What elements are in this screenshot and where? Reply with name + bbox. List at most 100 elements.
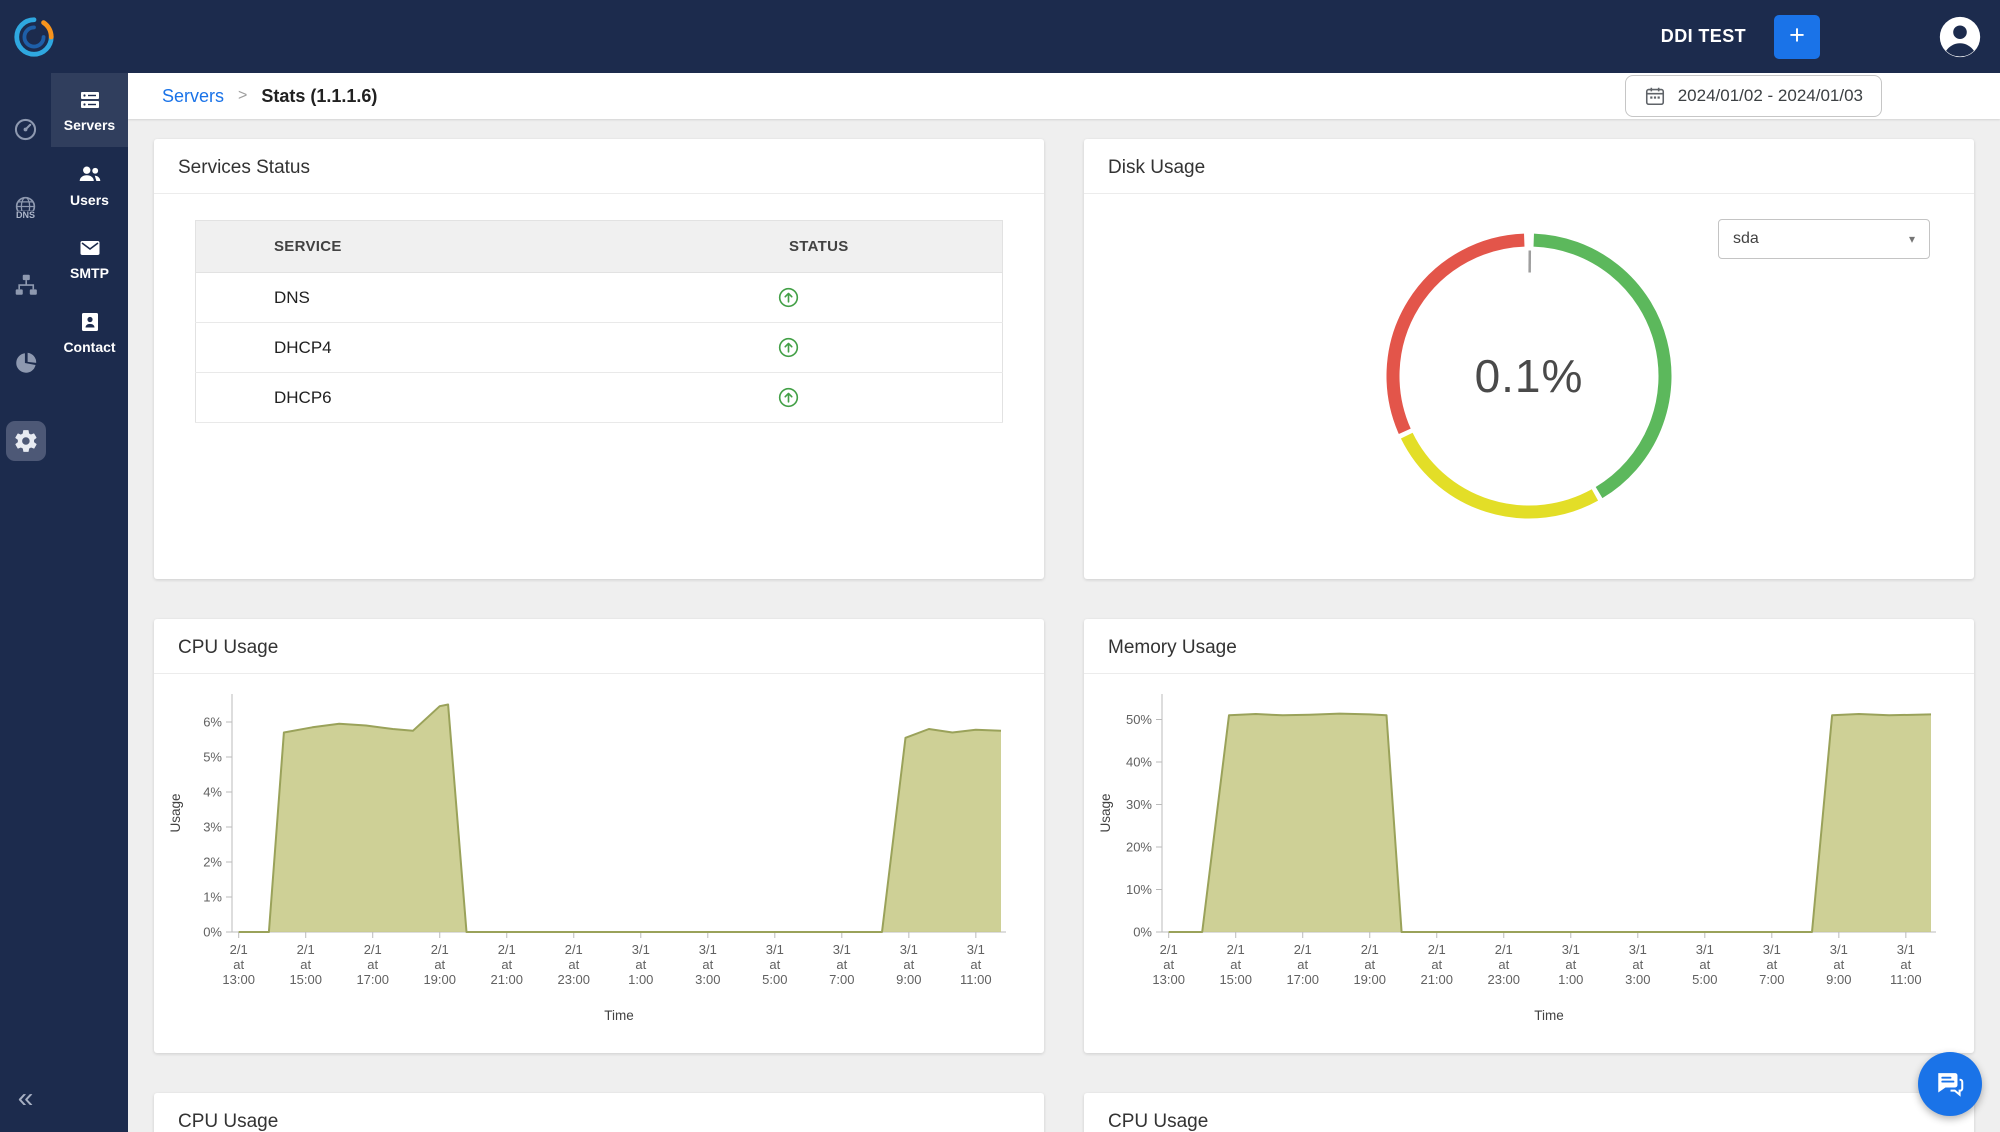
- service-status-cell: [599, 273, 1003, 323]
- rail-item-topology[interactable]: [6, 265, 46, 305]
- svg-text:3/1: 3/1: [1763, 942, 1781, 957]
- speedometer-icon: [12, 116, 39, 143]
- topbar: DDI TEST +: [0, 0, 2000, 73]
- svg-text:at: at: [1230, 957, 1241, 972]
- memory-usage-chart: 0%10%20%30%40%50%2/1at13:002/1at15:002/1…: [1092, 678, 1966, 1028]
- svg-text:5:00: 5:00: [762, 972, 787, 987]
- svg-text:50%: 50%: [1126, 712, 1152, 727]
- sidebar-item-smtp[interactable]: SMTP: [51, 221, 128, 295]
- svg-text:3%: 3%: [203, 820, 222, 835]
- svg-text:2/1: 2/1: [565, 942, 583, 957]
- svg-text:11:00: 11:00: [1890, 972, 1922, 987]
- svg-text:6%: 6%: [203, 715, 222, 730]
- svg-text:at: at: [1364, 957, 1375, 972]
- svg-text:5%: 5%: [203, 750, 222, 765]
- svg-text:4%: 4%: [203, 785, 222, 800]
- date-range-value: 2024/01/02 - 2024/01/03: [1678, 86, 1863, 106]
- app-logo[interactable]: [8, 14, 59, 60]
- disk-device-select[interactable]: sda ▾: [1718, 219, 1930, 259]
- svg-text:3/1: 3/1: [632, 942, 650, 957]
- services-status-card: Services Status SERVICE STATUS DNS: [154, 139, 1044, 579]
- users-icon: [77, 161, 103, 187]
- org-selector[interactable]: DDI TEST: [1661, 26, 1746, 47]
- svg-text:3/1: 3/1: [1629, 942, 1647, 957]
- main-area: Servers > Stats (1.1.1.6) 2024/01/02 - 2…: [128, 73, 2000, 1132]
- rail-item-dns[interactable]: DNS: [6, 187, 46, 227]
- collapse-sidebar-button[interactable]: «: [0, 1084, 51, 1112]
- svg-text:2/1: 2/1: [230, 942, 248, 957]
- svg-text:2/1: 2/1: [297, 942, 315, 957]
- rail-item-dashboard[interactable]: [6, 109, 46, 149]
- card-title: CPU Usage: [1108, 1111, 1950, 1132]
- svg-text:21:00: 21:00: [1420, 972, 1453, 987]
- svg-text:at: at: [836, 957, 847, 972]
- bottom-right-card: CPU Usage: [1084, 1093, 1974, 1132]
- svg-text:21:00: 21:00: [490, 972, 523, 987]
- svg-text:2/1: 2/1: [1294, 942, 1312, 957]
- svg-text:3/1: 3/1: [967, 942, 985, 957]
- calendar-icon: [1644, 85, 1666, 107]
- svg-text:at: at: [233, 957, 244, 972]
- svg-text:at: at: [1498, 957, 1509, 972]
- page-title: Stats (1.1.1.6): [261, 86, 377, 107]
- svg-text:3/1: 3/1: [900, 942, 918, 957]
- svg-text:at: at: [434, 957, 445, 972]
- svg-text:15:00: 15:00: [289, 972, 322, 987]
- date-range-picker[interactable]: 2024/01/02 - 2024/01/03: [1625, 75, 1882, 117]
- svg-text:0%: 0%: [1133, 925, 1152, 940]
- svg-text:at: at: [1431, 957, 1442, 972]
- person-icon: [1938, 15, 1982, 59]
- svg-text:at: at: [1833, 957, 1844, 972]
- sidebar-item-contact[interactable]: Contact: [51, 295, 128, 369]
- svg-text:3/1: 3/1: [833, 942, 851, 957]
- svg-text:5:00: 5:00: [1692, 972, 1717, 987]
- column-header-status: STATUS: [599, 221, 1003, 273]
- svg-text:at: at: [635, 957, 646, 972]
- svg-text:30%: 30%: [1126, 797, 1152, 812]
- svg-text:at: at: [501, 957, 512, 972]
- breadcrumb: Servers > Stats (1.1.1.6) 2024/01/02 - 2…: [128, 73, 2000, 119]
- svg-text:3/1: 3/1: [766, 942, 784, 957]
- sidebar-item-servers[interactable]: Servers: [51, 73, 128, 147]
- service-name: DHCP6: [196, 373, 600, 423]
- svg-text:3/1: 3/1: [1696, 942, 1714, 957]
- table-row: DHCP6: [196, 373, 1003, 423]
- svg-text:Time: Time: [604, 1008, 634, 1023]
- gauge-value: 0.1%: [1379, 226, 1679, 526]
- add-button[interactable]: +: [1774, 15, 1820, 59]
- svg-text:at: at: [970, 957, 981, 972]
- svg-text:19:00: 19:00: [423, 972, 456, 987]
- chat-bubble-icon: [1934, 1068, 1966, 1100]
- service-name: DNS: [196, 273, 600, 323]
- services-table: SERVICE STATUS DNS: [195, 220, 1003, 423]
- servers-icon: [78, 88, 102, 112]
- svg-text:17:00: 17:00: [1286, 972, 1319, 987]
- card-header: CPU Usage: [154, 619, 1044, 674]
- svg-text:23:00: 23:00: [1487, 972, 1520, 987]
- svg-text:Usage: Usage: [1098, 793, 1113, 832]
- svg-text:at: at: [367, 957, 378, 972]
- rail-item-settings[interactable]: [6, 421, 46, 461]
- pie-chart-icon: [13, 350, 39, 376]
- card-header: CPU Usage: [1084, 1093, 1974, 1132]
- topbar-right: DDI TEST +: [1661, 15, 2000, 59]
- gear-icon: [13, 428, 39, 454]
- table-row: DNS: [196, 273, 1003, 323]
- svg-text:17:00: 17:00: [356, 972, 389, 987]
- svg-text:7:00: 7:00: [1759, 972, 1784, 987]
- breadcrumb-servers-link[interactable]: Servers: [162, 86, 224, 107]
- card-title: Services Status: [178, 157, 1020, 179]
- service-name: DHCP4: [196, 323, 600, 373]
- chat-fab[interactable]: [1918, 1052, 1982, 1116]
- svg-text:9:00: 9:00: [1826, 972, 1851, 987]
- table-header-row: SERVICE STATUS: [196, 221, 1003, 273]
- user-avatar[interactable]: [1938, 15, 1982, 59]
- svg-text:3/1: 3/1: [1562, 942, 1580, 957]
- svg-text:1:00: 1:00: [1558, 972, 1583, 987]
- rail-item-reports[interactable]: [6, 343, 46, 383]
- sidebar-menu: Servers Users SMTP Contact: [51, 73, 128, 1132]
- svg-text:2/1: 2/1: [1227, 942, 1245, 957]
- service-status-cell: [599, 373, 1003, 423]
- svg-text:9:00: 9:00: [896, 972, 921, 987]
- sidebar-item-users[interactable]: Users: [51, 147, 128, 221]
